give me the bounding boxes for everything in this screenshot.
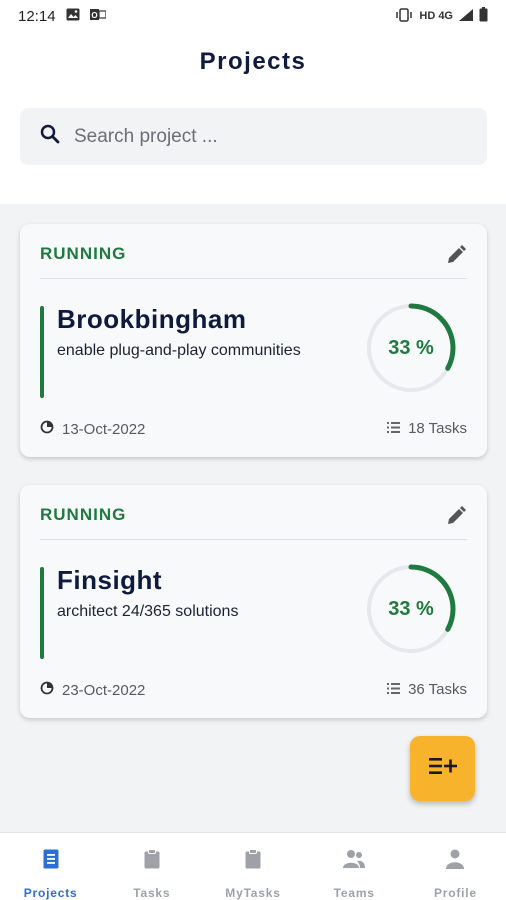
card-divider xyxy=(40,278,467,279)
nav-item-teams[interactable]: Teams xyxy=(304,833,405,900)
project-status: RUNNING xyxy=(40,505,127,524)
search-box[interactable] xyxy=(20,108,487,165)
header: Projects xyxy=(0,32,506,204)
project-description: enable plug-and-play communities xyxy=(57,342,301,359)
project-date-text: 13-Oct-2022 xyxy=(62,420,146,438)
search-icon xyxy=(40,124,60,149)
svg-text:O: O xyxy=(91,11,97,20)
edit-icon[interactable] xyxy=(445,505,467,527)
nav-label: Teams xyxy=(333,886,375,900)
network-label: HD 4G xyxy=(419,10,453,22)
person-icon xyxy=(446,849,465,874)
progress-label: 33 % xyxy=(388,336,434,359)
progress-label: 33 % xyxy=(388,597,434,620)
team-icon xyxy=(343,849,366,874)
nav-item-profile[interactable]: Profile xyxy=(405,833,506,900)
status-time: 12:14 xyxy=(18,7,56,25)
project-date: 23-Oct-2022 xyxy=(40,681,145,699)
page-title: Projects xyxy=(199,48,307,75)
nav-item-mytasks[interactable]: MyTasks xyxy=(202,833,303,900)
add-project-button[interactable] xyxy=(410,736,475,801)
search-input[interactable] xyxy=(74,125,454,148)
list-icon xyxy=(387,681,401,698)
nav-label: Tasks xyxy=(133,886,171,900)
list-icon xyxy=(387,420,401,437)
nav-item-projects[interactable]: Projects xyxy=(0,833,101,900)
card-divider xyxy=(40,539,467,540)
progress-ring: 33 % xyxy=(364,301,458,395)
outlook-icon: O xyxy=(89,8,107,25)
clipboard-icon xyxy=(245,849,261,874)
project-card[interactable]: RUNNING Finsight architect 24/365 soluti… xyxy=(20,485,487,718)
project-date: 13-Oct-2022 xyxy=(40,420,145,438)
gallery-icon xyxy=(66,8,80,25)
accent-bar xyxy=(40,306,44,398)
edit-icon[interactable] xyxy=(445,244,467,266)
clock-icon xyxy=(40,420,54,438)
project-card[interactable]: RUNNING Brookbingham enable plug-and-pla… xyxy=(20,224,487,457)
add-list-icon xyxy=(428,756,457,781)
project-tasks: 36 Tasks xyxy=(387,681,467,698)
accent-bar xyxy=(40,567,44,659)
project-name: Finsight xyxy=(57,565,163,595)
project-description: architect 24/365 solutions xyxy=(57,603,239,620)
project-name: Brookbingham xyxy=(57,304,247,334)
clock-icon xyxy=(40,681,54,699)
battery-icon xyxy=(479,7,488,25)
clipboard-icon xyxy=(144,849,160,874)
document-icon xyxy=(43,849,59,874)
progress-ring: 33 % xyxy=(364,562,458,656)
nav-label: Projects xyxy=(23,886,78,900)
status-bar: 12:14 O HD 4G xyxy=(0,0,506,32)
nav-label: MyTasks xyxy=(225,886,281,900)
project-status: RUNNING xyxy=(40,244,127,263)
vibrate-icon xyxy=(395,7,413,25)
signal-icon xyxy=(459,8,473,24)
nav-label: Profile xyxy=(433,886,477,900)
project-date-text: 23-Oct-2022 xyxy=(62,681,146,699)
project-tasks-text: 18 Tasks xyxy=(408,420,467,437)
project-tasks: 18 Tasks xyxy=(387,420,467,437)
project-tasks-text: 36 Tasks xyxy=(408,681,467,698)
status-right: HD 4G xyxy=(395,7,488,25)
nav-item-tasks[interactable]: Tasks xyxy=(101,833,202,900)
bottom-nav: Projects Tasks MyTasks Teams Profile xyxy=(0,832,506,900)
status-left: 12:14 O xyxy=(18,7,107,25)
